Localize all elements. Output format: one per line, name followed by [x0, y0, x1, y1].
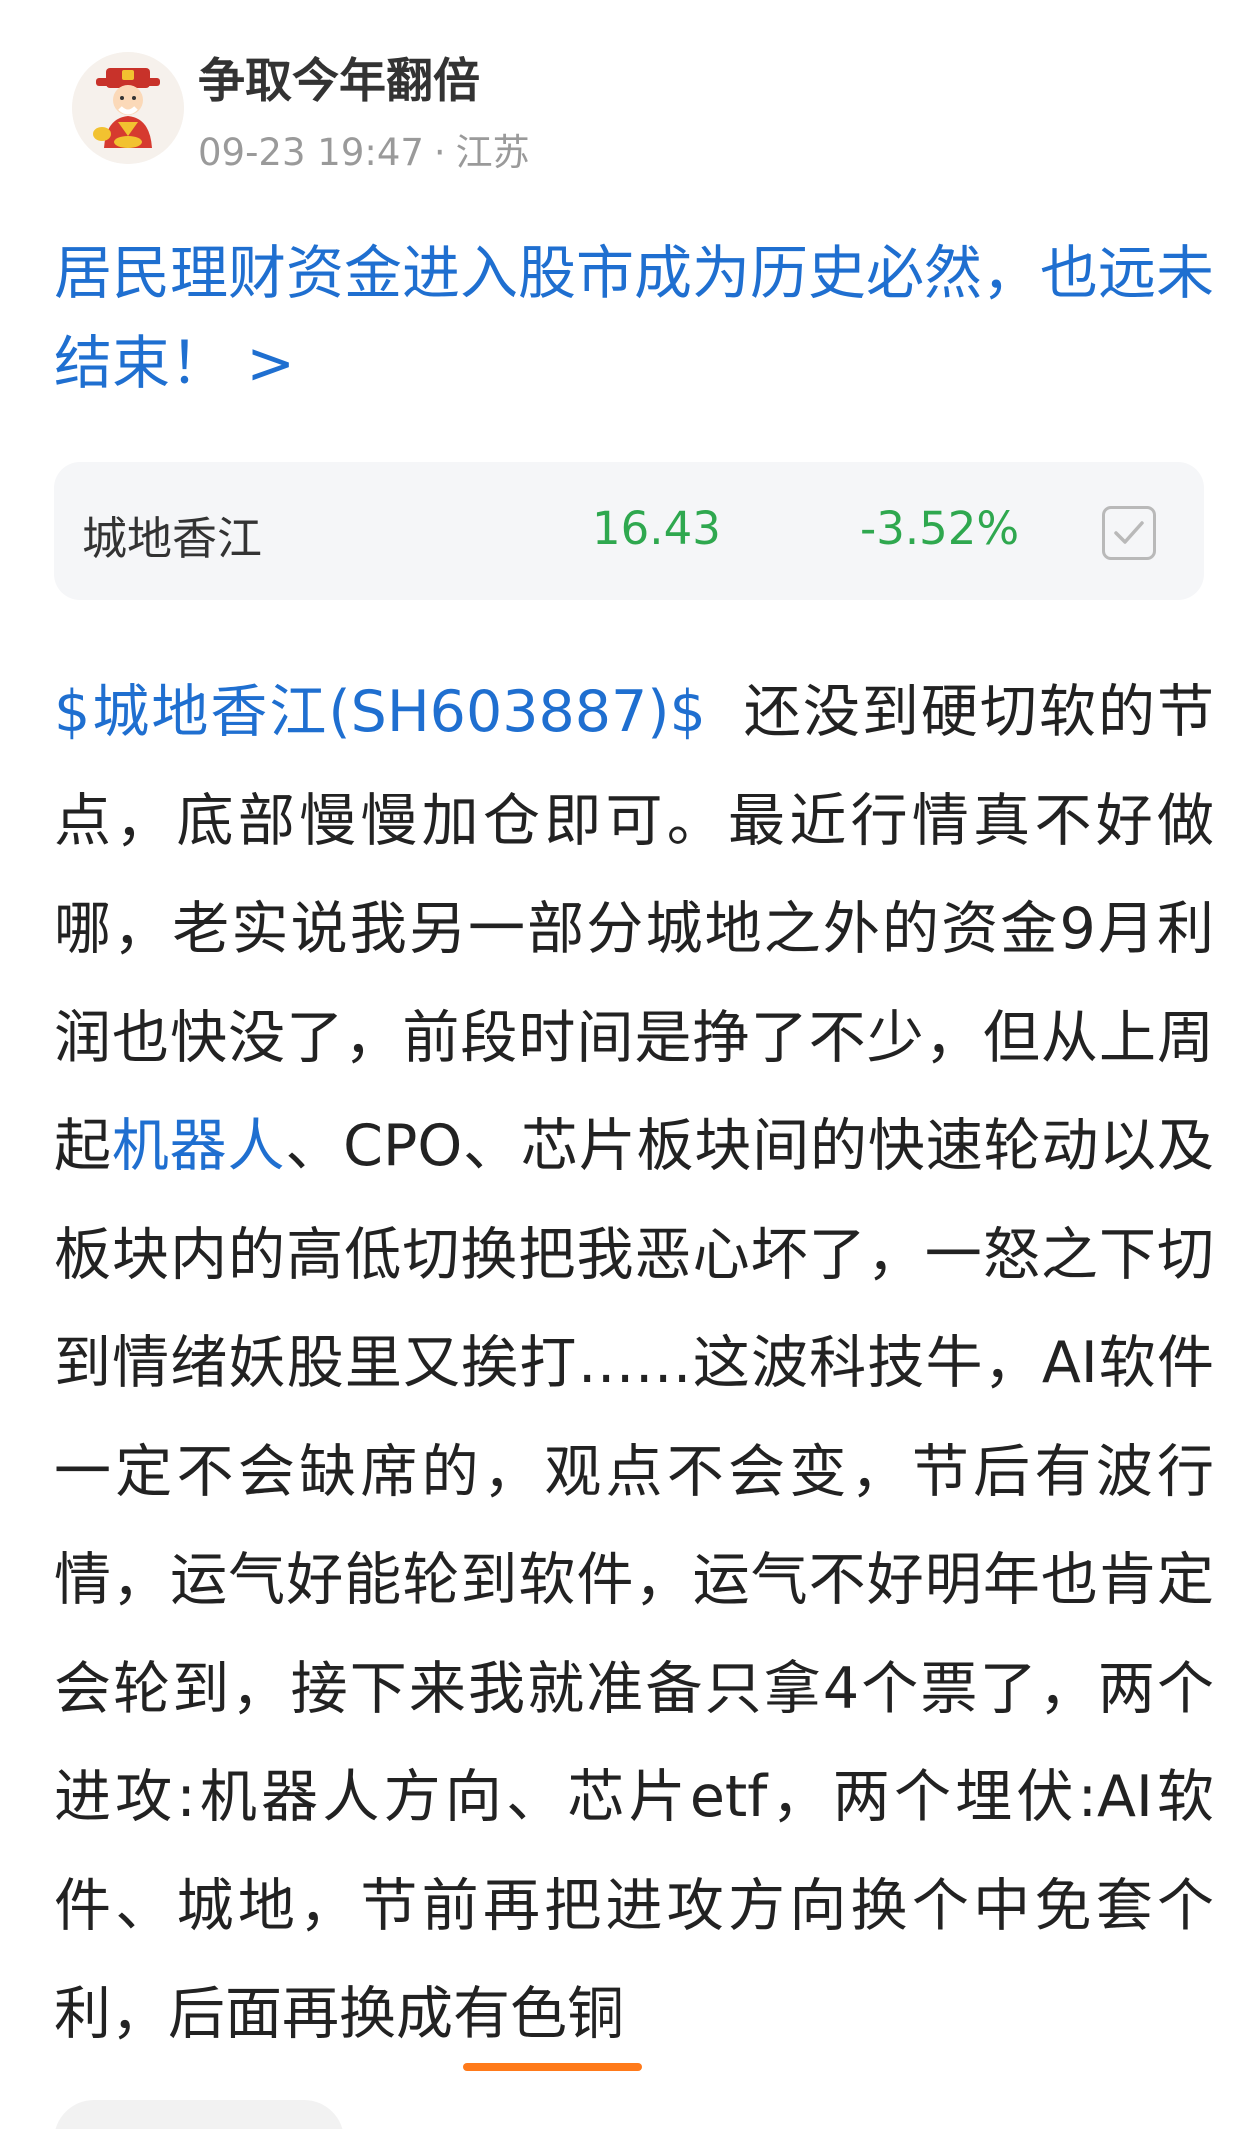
topic-link-robot[interactable]: 机器人 [112, 1113, 286, 1179]
post-page: 争取今年翻倍 09-23 19:47 · 江苏 居民理财资金进入股市成为历史必然，也… [0, 0, 1260, 2129]
post-location: 江苏 [455, 131, 530, 174]
highlighted-text: 有色铜 [453, 1960, 642, 2070]
post-title-link[interactable]: 居民理财资金进入股市成为历史必然，也远未结束！ > [54, 228, 1214, 408]
stock-quote-card[interactable]: 城地香江 16.43 -3.52% [54, 462, 1204, 600]
post-timestamp: 09-23 19:47 [198, 131, 424, 174]
stock-tag-link[interactable]: $城地香江(SH603887)$ [54, 679, 706, 745]
checkbox-checked-icon[interactable] [1102, 506, 1156, 560]
post-meta: 09-23 19:47 · 江苏 [198, 122, 530, 176]
post-body-text-2: 、CPO、芯片板块间的快速轮动以及板块内的高低切换把我恶心坏了，一怒之下切到情绪… [54, 1113, 1215, 2047]
meta-separator: · [433, 131, 446, 174]
author-name[interactable]: 争取今年翻倍 [198, 42, 480, 111]
fortune-god-avatar-icon [72, 52, 184, 164]
avatar[interactable] [72, 52, 184, 164]
stock-price: 16.43 [592, 502, 721, 555]
stock-name: 城地香江 [82, 512, 263, 565]
post-body: $城地香江(SH603887)$ 还没到硬切软的节点，底部慢慢加仓即可。最近行情真… [54, 658, 1215, 2070]
post-header: 争取今年翻倍 09-23 19:47 · 江苏 [62, 30, 1212, 180]
post-body-text-1: 还没到硬切软的节点，底部慢慢加仓即可。最近行情真不好做哪，老实说我另一部分城地之… [54, 679, 1215, 1179]
stock-change-percent: -3.52% [860, 502, 1020, 555]
bottom-chip[interactable] [54, 2100, 344, 2129]
